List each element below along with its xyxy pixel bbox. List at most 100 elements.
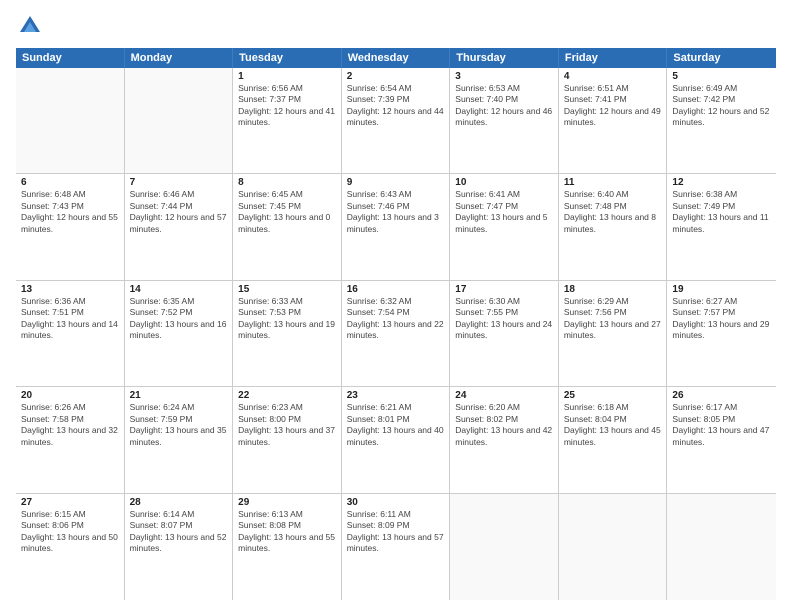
calendar-cell: 15Sunrise: 6:33 AM Sunset: 7:53 PM Dayli… <box>233 281 342 386</box>
day-info: Sunrise: 6:43 AM Sunset: 7:46 PM Dayligh… <box>347 189 445 235</box>
calendar-header-cell: Thursday <box>450 48 559 68</box>
day-number: 8 <box>238 177 336 188</box>
day-number: 13 <box>21 284 119 295</box>
calendar-row: 27Sunrise: 6:15 AM Sunset: 8:06 PM Dayli… <box>16 494 776 600</box>
calendar-cell: 14Sunrise: 6:35 AM Sunset: 7:52 PM Dayli… <box>125 281 234 386</box>
calendar-cell: 3Sunrise: 6:53 AM Sunset: 7:40 PM Daylig… <box>450 68 559 173</box>
day-info: Sunrise: 6:18 AM Sunset: 8:04 PM Dayligh… <box>564 402 662 448</box>
calendar-cell: 24Sunrise: 6:20 AM Sunset: 8:02 PM Dayli… <box>450 387 559 492</box>
calendar-cell: 27Sunrise: 6:15 AM Sunset: 8:06 PM Dayli… <box>16 494 125 600</box>
day-info: Sunrise: 6:38 AM Sunset: 7:49 PM Dayligh… <box>672 189 771 235</box>
calendar-cell: 18Sunrise: 6:29 AM Sunset: 7:56 PM Dayli… <box>559 281 668 386</box>
day-info: Sunrise: 6:24 AM Sunset: 7:59 PM Dayligh… <box>130 402 228 448</box>
day-number: 23 <box>347 390 445 401</box>
day-number: 29 <box>238 497 336 508</box>
calendar-header-cell: Sunday <box>16 48 125 68</box>
calendar-header-cell: Monday <box>125 48 234 68</box>
calendar-cell <box>125 68 234 173</box>
logo <box>16 12 48 40</box>
header <box>16 12 776 40</box>
calendar-cell: 22Sunrise: 6:23 AM Sunset: 8:00 PM Dayli… <box>233 387 342 492</box>
calendar-header-cell: Tuesday <box>233 48 342 68</box>
day-info: Sunrise: 6:14 AM Sunset: 8:07 PM Dayligh… <box>130 509 228 555</box>
day-number: 26 <box>672 390 771 401</box>
day-info: Sunrise: 6:33 AM Sunset: 7:53 PM Dayligh… <box>238 296 336 342</box>
calendar-row: 6Sunrise: 6:48 AM Sunset: 7:43 PM Daylig… <box>16 174 776 280</box>
day-number: 11 <box>564 177 662 188</box>
calendar-row: 13Sunrise: 6:36 AM Sunset: 7:51 PM Dayli… <box>16 281 776 387</box>
day-info: Sunrise: 6:35 AM Sunset: 7:52 PM Dayligh… <box>130 296 228 342</box>
day-number: 10 <box>455 177 553 188</box>
day-number: 7 <box>130 177 228 188</box>
day-info: Sunrise: 6:29 AM Sunset: 7:56 PM Dayligh… <box>564 296 662 342</box>
day-number: 19 <box>672 284 771 295</box>
day-info: Sunrise: 6:23 AM Sunset: 8:00 PM Dayligh… <box>238 402 336 448</box>
day-number: 28 <box>130 497 228 508</box>
calendar-cell: 10Sunrise: 6:41 AM Sunset: 7:47 PM Dayli… <box>450 174 559 279</box>
calendar-cell: 30Sunrise: 6:11 AM Sunset: 8:09 PM Dayli… <box>342 494 451 600</box>
day-info: Sunrise: 6:53 AM Sunset: 7:40 PM Dayligh… <box>455 83 553 129</box>
calendar-cell: 21Sunrise: 6:24 AM Sunset: 7:59 PM Dayli… <box>125 387 234 492</box>
calendar-header-cell: Friday <box>559 48 668 68</box>
calendar-cell: 7Sunrise: 6:46 AM Sunset: 7:44 PM Daylig… <box>125 174 234 279</box>
calendar-cell <box>559 494 668 600</box>
calendar-cell: 9Sunrise: 6:43 AM Sunset: 7:46 PM Daylig… <box>342 174 451 279</box>
day-info: Sunrise: 6:20 AM Sunset: 8:02 PM Dayligh… <box>455 402 553 448</box>
day-number: 9 <box>347 177 445 188</box>
day-info: Sunrise: 6:56 AM Sunset: 7:37 PM Dayligh… <box>238 83 336 129</box>
day-number: 3 <box>455 71 553 82</box>
day-info: Sunrise: 6:40 AM Sunset: 7:48 PM Dayligh… <box>564 189 662 235</box>
day-number: 16 <box>347 284 445 295</box>
calendar-cell: 25Sunrise: 6:18 AM Sunset: 8:04 PM Dayli… <box>559 387 668 492</box>
calendar-cell: 20Sunrise: 6:26 AM Sunset: 7:58 PM Dayli… <box>16 387 125 492</box>
day-number: 17 <box>455 284 553 295</box>
calendar-cell: 4Sunrise: 6:51 AM Sunset: 7:41 PM Daylig… <box>559 68 668 173</box>
day-number: 12 <box>672 177 771 188</box>
logo-icon <box>16 12 44 40</box>
calendar-cell: 16Sunrise: 6:32 AM Sunset: 7:54 PM Dayli… <box>342 281 451 386</box>
day-info: Sunrise: 6:46 AM Sunset: 7:44 PM Dayligh… <box>130 189 228 235</box>
day-info: Sunrise: 6:13 AM Sunset: 8:08 PM Dayligh… <box>238 509 336 555</box>
calendar-header-cell: Saturday <box>667 48 776 68</box>
day-number: 18 <box>564 284 662 295</box>
day-info: Sunrise: 6:48 AM Sunset: 7:43 PM Dayligh… <box>21 189 119 235</box>
day-number: 14 <box>130 284 228 295</box>
calendar-cell: 13Sunrise: 6:36 AM Sunset: 7:51 PM Dayli… <box>16 281 125 386</box>
day-info: Sunrise: 6:27 AM Sunset: 7:57 PM Dayligh… <box>672 296 771 342</box>
day-info: Sunrise: 6:41 AM Sunset: 7:47 PM Dayligh… <box>455 189 553 235</box>
day-info: Sunrise: 6:36 AM Sunset: 7:51 PM Dayligh… <box>21 296 119 342</box>
day-info: Sunrise: 6:21 AM Sunset: 8:01 PM Dayligh… <box>347 402 445 448</box>
day-info: Sunrise: 6:11 AM Sunset: 8:09 PM Dayligh… <box>347 509 445 555</box>
day-info: Sunrise: 6:45 AM Sunset: 7:45 PM Dayligh… <box>238 189 336 235</box>
day-number: 30 <box>347 497 445 508</box>
calendar-row: 1Sunrise: 6:56 AM Sunset: 7:37 PM Daylig… <box>16 68 776 174</box>
day-number: 2 <box>347 71 445 82</box>
day-number: 5 <box>672 71 771 82</box>
day-info: Sunrise: 6:51 AM Sunset: 7:41 PM Dayligh… <box>564 83 662 129</box>
day-number: 1 <box>238 71 336 82</box>
day-number: 22 <box>238 390 336 401</box>
calendar-cell: 19Sunrise: 6:27 AM Sunset: 7:57 PM Dayli… <box>667 281 776 386</box>
calendar-cell: 2Sunrise: 6:54 AM Sunset: 7:39 PM Daylig… <box>342 68 451 173</box>
calendar-header-cell: Wednesday <box>342 48 451 68</box>
day-number: 20 <box>21 390 119 401</box>
calendar-row: 20Sunrise: 6:26 AM Sunset: 7:58 PM Dayli… <box>16 387 776 493</box>
day-number: 6 <box>21 177 119 188</box>
day-number: 4 <box>564 71 662 82</box>
calendar-cell: 6Sunrise: 6:48 AM Sunset: 7:43 PM Daylig… <box>16 174 125 279</box>
day-number: 25 <box>564 390 662 401</box>
calendar-body: 1Sunrise: 6:56 AM Sunset: 7:37 PM Daylig… <box>16 68 776 600</box>
day-info: Sunrise: 6:32 AM Sunset: 7:54 PM Dayligh… <box>347 296 445 342</box>
calendar-cell: 11Sunrise: 6:40 AM Sunset: 7:48 PM Dayli… <box>559 174 668 279</box>
calendar-cell <box>16 68 125 173</box>
day-number: 21 <box>130 390 228 401</box>
calendar-cell: 5Sunrise: 6:49 AM Sunset: 7:42 PM Daylig… <box>667 68 776 173</box>
day-info: Sunrise: 6:49 AM Sunset: 7:42 PM Dayligh… <box>672 83 771 129</box>
day-info: Sunrise: 6:26 AM Sunset: 7:58 PM Dayligh… <box>21 402 119 448</box>
day-number: 24 <box>455 390 553 401</box>
calendar-cell: 23Sunrise: 6:21 AM Sunset: 8:01 PM Dayli… <box>342 387 451 492</box>
calendar-cell: 28Sunrise: 6:14 AM Sunset: 8:07 PM Dayli… <box>125 494 234 600</box>
page: SundayMondayTuesdayWednesdayThursdayFrid… <box>0 0 792 612</box>
calendar-cell: 8Sunrise: 6:45 AM Sunset: 7:45 PM Daylig… <box>233 174 342 279</box>
day-info: Sunrise: 6:54 AM Sunset: 7:39 PM Dayligh… <box>347 83 445 129</box>
